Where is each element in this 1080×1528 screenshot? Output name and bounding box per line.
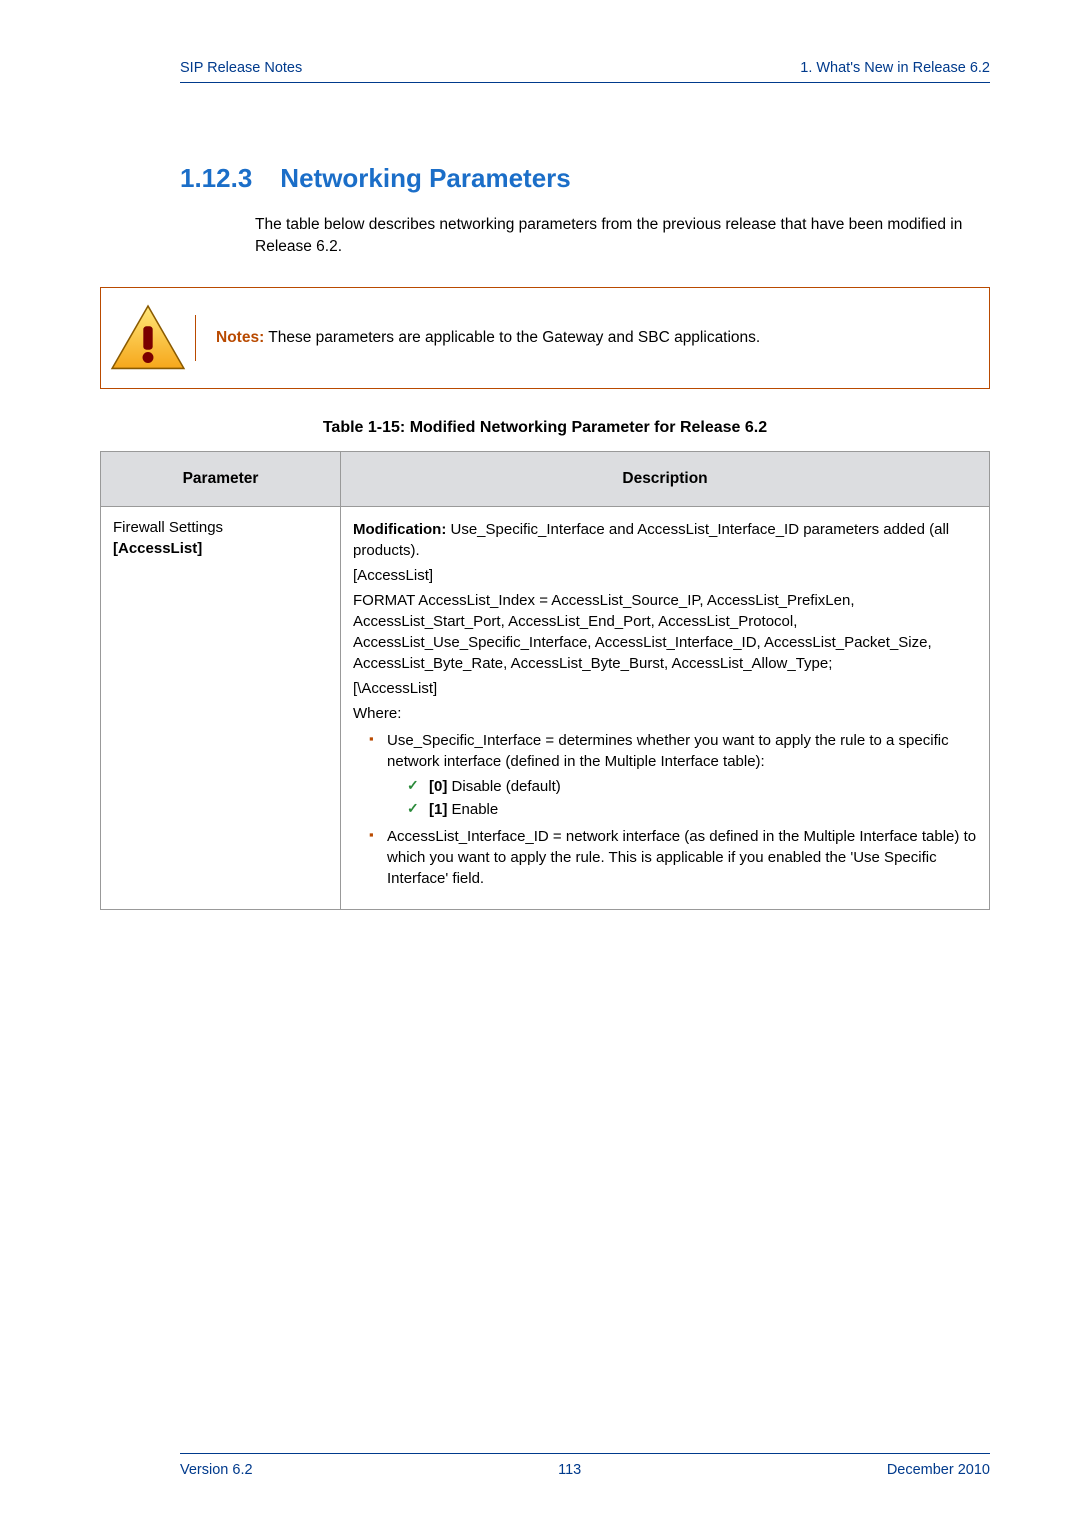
bullet-item: Use_Specific_Interface = determines whet… xyxy=(369,730,977,820)
table-header-row: Parameter Description xyxy=(101,452,990,507)
page-footer: Version 6.2 113 December 2010 xyxy=(180,1453,990,1478)
check1-text: Disable (default) xyxy=(447,778,560,795)
col-header-description: Description xyxy=(341,452,990,507)
accesslist-heading: [AccessList] xyxy=(353,565,977,586)
table-caption: Table 1-15: Modified Networking Paramete… xyxy=(100,419,990,437)
param-name-line1: Firewall Settings xyxy=(113,517,328,538)
table-row: Firewall Settings [AccessList] Modificat… xyxy=(101,507,990,910)
col-header-parameter: Parameter xyxy=(101,452,341,507)
check1-label: [0] xyxy=(429,778,447,795)
footer-center: 113 xyxy=(558,1462,581,1478)
footer-right: December 2010 xyxy=(887,1462,990,1478)
footer-left: Version 6.2 xyxy=(180,1462,253,1478)
bullet2-text: AccessList_Interface_ID = network interf… xyxy=(387,828,976,887)
param-name-line2: [AccessList] xyxy=(113,538,328,559)
bullet1-text: Use_Specific_Interface = determines whet… xyxy=(387,732,949,770)
header-left: SIP Release Notes xyxy=(180,60,302,76)
note-content: Notes: These parameters are applicable t… xyxy=(195,315,989,361)
section-intro: The table below describes networking par… xyxy=(255,214,990,257)
description-bullets: Use_Specific_Interface = determines whet… xyxy=(353,730,977,889)
section-title: Networking Parameters xyxy=(280,163,570,194)
format-line: FORMAT AccessList_Index = AccessList_Sou… xyxy=(353,590,977,674)
note-label: Notes: xyxy=(216,329,264,346)
check-item: [1] Enable xyxy=(407,799,977,820)
note-box: Notes: These parameters are applicable t… xyxy=(100,287,990,389)
cell-parameter: Firewall Settings [AccessList] xyxy=(101,507,341,910)
check-list: [0] Disable (default) [1] Enable xyxy=(387,776,977,820)
warning-triangle-icon xyxy=(109,302,187,374)
bullet-item: AccessList_Interface_ID = network interf… xyxy=(369,826,977,889)
warning-icon-cell xyxy=(101,294,195,382)
cell-description: Modification: Use_Specific_Interface and… xyxy=(341,507,990,910)
header-right: 1. What's New in Release 6.2 xyxy=(800,60,990,76)
check-item: [0] Disable (default) xyxy=(407,776,977,797)
section-heading: 1.12.3 Networking Parameters xyxy=(180,163,990,194)
note-text: These parameters are applicable to the G… xyxy=(264,329,760,346)
check2-label: [1] xyxy=(429,801,447,818)
parameters-table: Parameter Description Firewall Settings … xyxy=(100,451,990,910)
page-header: SIP Release Notes 1. What's New in Relea… xyxy=(180,60,990,83)
check2-text: Enable xyxy=(447,801,498,818)
modification-label: Modification: xyxy=(353,521,446,538)
accesslist-close: [\AccessList] xyxy=(353,678,977,699)
section-number: 1.12.3 xyxy=(180,163,252,194)
where-label: Where: xyxy=(353,703,977,724)
